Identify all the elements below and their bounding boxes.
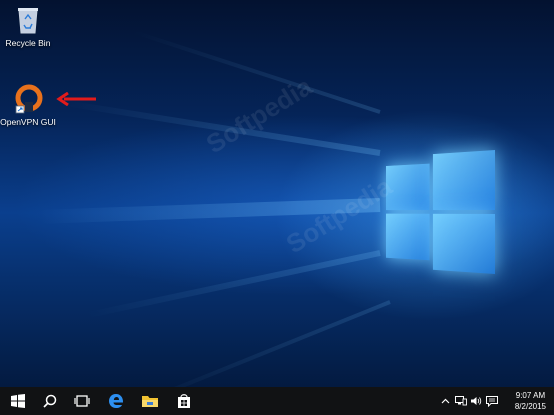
store-icon <box>178 394 190 408</box>
edge-icon <box>109 394 124 408</box>
red-arrow-icon <box>56 92 96 106</box>
action-center-button[interactable] <box>485 387 499 415</box>
light-beam <box>129 300 391 387</box>
task-view-button[interactable] <box>66 387 98 415</box>
desktop: Softpedia Softpedia Recycle Bin OpenVPN … <box>0 0 554 387</box>
start-button[interactable] <box>2 387 34 415</box>
openvpn-gui-label: OpenVPN GUI <box>0 117 56 127</box>
chevron-up-icon <box>441 398 449 404</box>
clock-date: 8/2/2015 <box>514 402 546 411</box>
logo-pane <box>432 150 495 211</box>
openvpn-icon <box>14 84 43 114</box>
task-view-icon <box>74 395 90 407</box>
recycle-bin-shortcut[interactable]: Recycle Bin <box>0 5 56 48</box>
taskbar-clock[interactable]: 9:07 AM 8/2/2015 <box>515 390 546 412</box>
recycle-bin-icon <box>14 5 42 35</box>
search-icon <box>43 394 57 408</box>
logo-pane <box>432 213 495 274</box>
volume-button[interactable] <box>469 387 483 415</box>
file-explorer-button[interactable] <box>134 387 166 415</box>
clock-time: 9:07 AM <box>515 391 546 400</box>
network-icon <box>455 396 467 406</box>
light-beam <box>85 250 381 319</box>
file-explorer-icon <box>142 396 158 407</box>
network-button[interactable] <box>454 387 468 415</box>
openvpn-gui-shortcut[interactable]: OpenVPN GUI <box>0 84 56 127</box>
action-center-icon <box>486 395 498 407</box>
watermark: Softpedia <box>280 170 398 260</box>
start-icon <box>11 394 25 408</box>
windows-logo-wallpaper <box>385 142 495 280</box>
volume-icon <box>471 397 482 405</box>
logo-pane <box>385 213 430 261</box>
watermark: Softpedia <box>200 70 318 160</box>
taskbar: 9:07 AM 8/2/2015 <box>0 387 554 415</box>
edge-button[interactable] <box>100 387 132 415</box>
store-button[interactable] <box>168 387 200 415</box>
search-button[interactable] <box>34 387 66 415</box>
recycle-bin-label: Recycle Bin <box>5 38 51 48</box>
logo-pane <box>385 163 430 211</box>
show-hidden-icons-button[interactable] <box>438 387 452 415</box>
